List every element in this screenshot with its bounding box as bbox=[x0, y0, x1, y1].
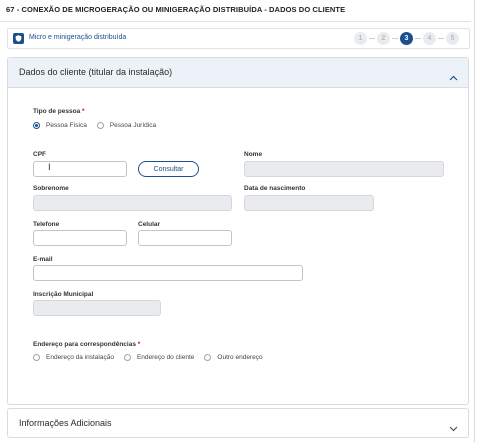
additional-info-panel[interactable]: Informações Adicionais bbox=[7, 408, 469, 438]
step-1: 1 bbox=[354, 32, 367, 45]
step-connector bbox=[415, 38, 421, 39]
email-input[interactable] bbox=[33, 265, 303, 281]
celular-label: Celular bbox=[138, 221, 161, 228]
required-mark: * bbox=[82, 108, 85, 115]
chevron-up-icon[interactable] bbox=[449, 68, 458, 86]
panel-title: Informações Adicionais bbox=[19, 418, 112, 428]
data-nascimento-label: Data de nascimento bbox=[244, 185, 306, 192]
required-mark: * bbox=[137, 341, 141, 348]
panel-header[interactable]: Dados do cliente (titular da instalação) bbox=[8, 58, 468, 88]
radio-label: Pessoa Jurídica bbox=[109, 122, 157, 129]
radio-endereco-cliente[interactable]: Endereço do cliente bbox=[123, 354, 195, 361]
radio-label: Endereço da instalação bbox=[46, 354, 114, 361]
step-connector bbox=[392, 38, 398, 39]
service-label: Micro e minigeração distribuída bbox=[29, 34, 127, 41]
step-3-active: 3 bbox=[400, 32, 413, 45]
telefone-label: Telefone bbox=[33, 221, 60, 228]
celular-input[interactable] bbox=[138, 230, 232, 246]
nome-input[interactable] bbox=[244, 161, 444, 177]
nome-label: Nome bbox=[244, 151, 263, 158]
radio-button[interactable] bbox=[123, 354, 131, 361]
radio-outro-endereco[interactable]: Outro endereço bbox=[204, 354, 263, 361]
radio-label: Endereço do cliente bbox=[136, 354, 195, 361]
radio-button[interactable] bbox=[96, 122, 104, 129]
panel-title: Dados do cliente (titular da instalação) bbox=[19, 67, 173, 77]
radio-button[interactable] bbox=[33, 354, 40, 361]
radio-button-checked[interactable] bbox=[33, 122, 40, 129]
sobrenome-label: Sobrenome bbox=[33, 185, 69, 192]
page-title: 67 - CONEXÃO DE MICROGERAÇÃO OU MINIGERA… bbox=[6, 5, 346, 14]
shield-icon bbox=[13, 33, 24, 44]
radio-pessoa-juridica[interactable]: Pessoa Jurídica bbox=[96, 122, 157, 129]
email-label: E-mail bbox=[33, 256, 53, 263]
radio-button[interactable] bbox=[204, 354, 212, 361]
consultar-button[interactable]: Consultar bbox=[138, 161, 199, 177]
inscricao-municipal-input[interactable] bbox=[33, 300, 161, 316]
cpf-label: CPF bbox=[33, 151, 46, 158]
step-connector bbox=[369, 38, 375, 39]
divider bbox=[474, 0, 475, 442]
step-2: 2 bbox=[377, 32, 390, 45]
endereco-radio-group: Endereço da instalação Endereço do clien… bbox=[33, 354, 263, 361]
tipo-pessoa-label: Tipo de pessoa * bbox=[33, 108, 85, 115]
endereco-label: Endereço para correspondências * bbox=[33, 341, 141, 348]
radio-label: Outro endereço bbox=[217, 354, 263, 361]
radio-label: Pessoa Física bbox=[46, 122, 87, 129]
text-cursor-icon: I bbox=[48, 163, 51, 173]
step-indicator: 1 2 3 4 5 bbox=[354, 32, 459, 45]
tipo-pessoa-radio-group: Pessoa Física Pessoa Jurídica bbox=[33, 122, 156, 129]
sobrenome-input[interactable] bbox=[33, 195, 232, 211]
service-stepbar: Micro e minigeração distribuída 1 2 3 4 … bbox=[7, 28, 470, 49]
step-4: 4 bbox=[423, 32, 436, 45]
chevron-down-icon[interactable] bbox=[449, 419, 458, 437]
radio-pessoa-fisica[interactable]: Pessoa Física bbox=[33, 122, 87, 129]
inscricao-municipal-label: Inscrição Municipal bbox=[33, 291, 94, 298]
step-connector bbox=[438, 38, 444, 39]
cpf-input[interactable]: I bbox=[33, 161, 127, 177]
divider bbox=[0, 21, 471, 22]
step-5: 5 bbox=[446, 32, 459, 45]
data-nascimento-input[interactable] bbox=[244, 195, 374, 211]
telefone-input[interactable] bbox=[33, 230, 127, 246]
radio-endereco-instalacao[interactable]: Endereço da instalação bbox=[33, 354, 114, 361]
